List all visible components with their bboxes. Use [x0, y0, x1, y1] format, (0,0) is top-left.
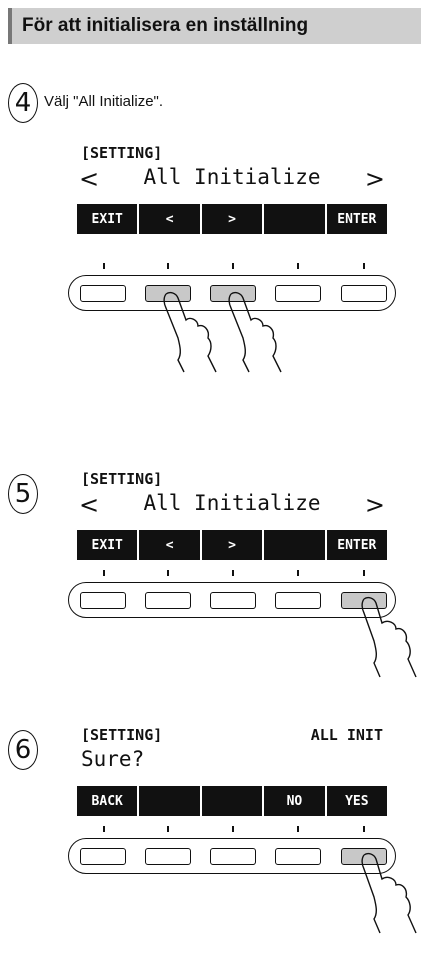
key-tick: [167, 826, 169, 832]
softkey-label-4: [264, 204, 325, 234]
lcd-arrow-right: >: [364, 491, 385, 519]
lcd-header-line: [SETTING]: [81, 144, 383, 162]
lcd-header-line: [SETTING] ALL INIT: [81, 726, 383, 744]
softkey-label-4: NO: [264, 786, 325, 816]
softkey-label-1: EXIT: [77, 530, 138, 560]
lcd-softkey-labels: EXIT < > ENTER: [77, 204, 388, 234]
key-tick: [297, 570, 299, 576]
key-tick: [232, 263, 234, 269]
softkey-1[interactable]: [80, 848, 126, 865]
softkey-3[interactable]: [210, 848, 256, 865]
lcd-main-text: All Initialize: [143, 491, 321, 515]
key-tick: [297, 826, 299, 832]
step-4-instruction: Välj "All Initialize".: [44, 93, 164, 110]
key-tick: [297, 263, 299, 269]
softkey-label-3: [201, 786, 263, 816]
step-number-6: 6: [8, 730, 38, 770]
key-tick: [103, 570, 105, 576]
lcd-main-line: Sure?: [77, 744, 387, 776]
lcd-title: [SETTING]: [81, 470, 163, 488]
lcd-title: [SETTING]: [81, 726, 163, 744]
lcd-title: [SETTING]: [81, 144, 163, 162]
softkey-5[interactable]: [341, 285, 387, 302]
key-tick: [363, 263, 365, 269]
softkey-3[interactable]: [210, 592, 256, 609]
softkey-2[interactable]: [145, 848, 191, 865]
softkey-4[interactable]: [275, 848, 321, 865]
lcd-display-step-4: [SETTING] < All Initialize > EXIT < > EN…: [77, 144, 388, 258]
lcd-title-right: ALL INIT: [310, 726, 383, 744]
softkey-label-4: [264, 530, 325, 560]
lcd-softkey-labels: BACK NO YES: [77, 786, 388, 816]
softkey-label-1: BACK: [77, 786, 138, 816]
softkey-label-3: >: [201, 530, 263, 560]
finger-pointer-icon: [228, 291, 282, 373]
step-number-4: 4: [8, 83, 38, 123]
key-tick: [103, 263, 105, 269]
softkey-4[interactable]: [275, 592, 321, 609]
lcd-softkey-labels: EXIT < > ENTER: [77, 530, 388, 560]
finger-pointer-icon: [163, 291, 217, 373]
key-tick: [167, 263, 169, 269]
lcd-arrow-right: >: [364, 165, 385, 193]
softkey-label-5: ENTER: [326, 204, 388, 234]
key-tick: [363, 826, 365, 832]
lcd-header-line: [SETTING]: [81, 470, 383, 488]
softkey-row-step-6: [68, 838, 396, 874]
softkey-label-5: YES: [326, 786, 388, 816]
softkey-row-step-5: [68, 582, 396, 618]
step-number-5: 5: [8, 474, 38, 514]
softkey-label-5: ENTER: [326, 530, 388, 560]
softkey-2[interactable]: [145, 592, 191, 609]
key-tick: [363, 570, 365, 576]
softkey-label-3: >: [201, 204, 263, 234]
lcd-main-text: All Initialize: [143, 165, 321, 189]
lcd-display-step-6: [SETTING] ALL INIT Sure? BACK NO YES: [77, 726, 388, 826]
lcd-main-line: < All Initialize >: [77, 162, 387, 194]
lcd-main-text: Sure?: [81, 747, 145, 771]
key-tick: [232, 570, 234, 576]
softkey-label-2: <: [139, 530, 200, 560]
lcd-main-line: < All Initialize >: [77, 488, 387, 520]
lcd-display-step-5: [SETTING] < All Initialize > EXIT < > EN…: [77, 470, 388, 570]
key-tick: [232, 826, 234, 832]
key-tick: [103, 826, 105, 832]
softkey-label-2: <: [139, 204, 200, 234]
softkey-1[interactable]: [80, 592, 126, 609]
softkey-label-2: [139, 786, 200, 816]
section-heading: För att initialisera en inställning: [8, 8, 421, 44]
softkey-1[interactable]: [80, 285, 126, 302]
softkey-label-1: EXIT: [77, 204, 138, 234]
key-tick: [167, 570, 169, 576]
finger-pointer-icon: [361, 852, 417, 934]
finger-pointer-icon: [361, 596, 417, 678]
